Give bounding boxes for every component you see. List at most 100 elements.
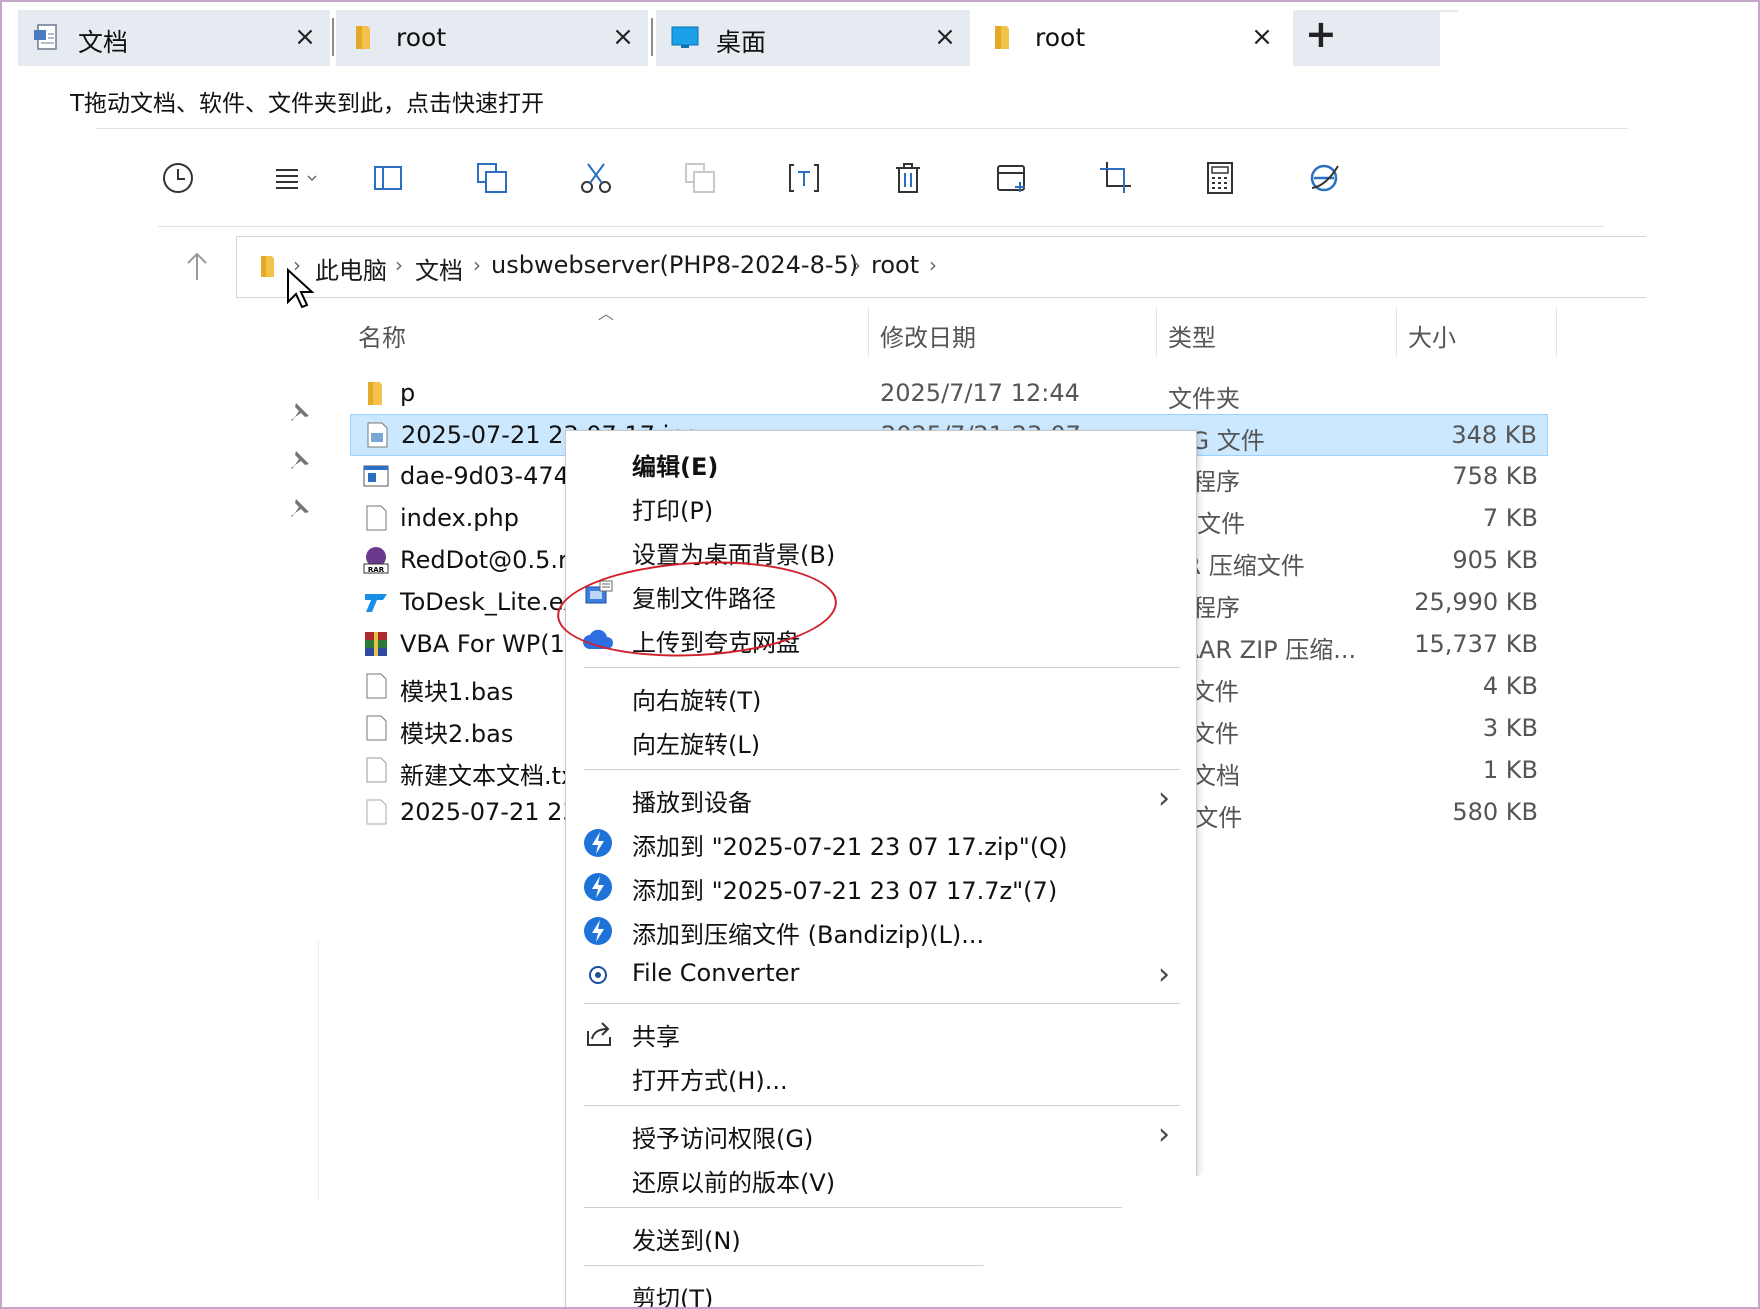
view-menu-button[interactable] (266, 156, 326, 200)
context-menu: 编辑(E) 打印(P) 设置为桌面背景(B) 复制文件路径 上传到夸克网盘 向右… (565, 430, 1197, 1309)
file-size: 580 KB (1452, 798, 1538, 826)
menu-item-grant-access[interactable]: 授予访问权限(G) › (566, 1115, 1196, 1155)
todesk-icon (365, 594, 387, 612)
close-icon[interactable]: × (290, 22, 320, 52)
menu-item-add-bandizip[interactable]: 添加到压缩文件 (Bandizip)(L)... (566, 911, 1196, 951)
preview-pane-icon (374, 166, 402, 190)
rename-button[interactable] (782, 156, 826, 200)
cut-button[interactable] (574, 156, 618, 200)
calculator-button[interactable] (1198, 156, 1242, 200)
browser-button[interactable] (1302, 156, 1346, 200)
calculator-icon (1207, 162, 1233, 194)
tab-root-1[interactable]: root × (336, 10, 648, 66)
new-tab-button[interactable]: + (1293, 10, 1458, 66)
image-file-icon (367, 422, 388, 448)
column-divider[interactable] (1556, 308, 1557, 356)
paste-icon (685, 163, 715, 193)
tab-root-active[interactable]: root × (975, 10, 1287, 66)
menu-item-open-with[interactable]: 打开方式(H)... (566, 1057, 1196, 1097)
breadcrumb-this-pc[interactable]: 此电脑 (315, 251, 387, 286)
menu-item-label: 打印(P) (632, 497, 714, 525)
menu-item-restore-versions[interactable]: 还原以前的版本(V) (566, 1159, 1196, 1199)
breadcrumb-root[interactable]: root (871, 251, 919, 279)
rename-icon (789, 164, 819, 192)
menu-item-label: 向右旋转(T) (632, 687, 762, 715)
breadcrumb-usbwebserver[interactable]: usbwebserver(PHP8-2024-8-5) (491, 251, 858, 279)
crop-button[interactable] (1094, 156, 1138, 200)
menu-item-cast-to-device[interactable]: 播放到设备 › (566, 779, 1196, 819)
tab-divider (651, 18, 653, 56)
menu-item-file-converter[interactable]: File Converter › (566, 955, 1196, 995)
column-type[interactable]: 类型 (1168, 318, 1216, 353)
quick-access-hint[interactable]: T拖动文档、软件、文件夹到此，点击快速打开 (70, 84, 544, 118)
file-size: 905 KB (1452, 546, 1538, 574)
up-arrow-icon[interactable] (182, 250, 212, 284)
menu-item-rotate-left[interactable]: 向左旋转(L) (566, 721, 1196, 761)
chevron-right-icon[interactable]: › (473, 253, 481, 277)
menu-item-share[interactable]: 共享 (566, 1013, 1196, 1053)
column-divider[interactable] (868, 308, 869, 356)
menu-item-add-7z[interactable]: 添加到 "2025-07-21 23 07 17.7z"(7) (566, 867, 1196, 907)
crop-icon (1100, 162, 1131, 193)
tab-label: root (396, 23, 447, 52)
pin-icon[interactable] (288, 400, 312, 424)
menu-item-rotate-right[interactable]: 向右旋转(T) (566, 677, 1196, 717)
menu-item-label: 打开方式(H)... (632, 1067, 788, 1095)
tab-documents[interactable]: 文档 × (18, 10, 330, 66)
menu-item-label: 添加到 "2025-07-21 23 07 17.7z"(7) (632, 877, 1058, 905)
file-row[interactable]: p 2025/7/17 12:44 文件夹 (350, 373, 1548, 415)
file-converter-icon (589, 966, 607, 984)
winrar-icon (365, 632, 387, 656)
column-date[interactable]: 修改日期 (880, 318, 976, 353)
menu-separator (584, 1265, 1180, 1266)
file-name: 新建文本文档.tx (400, 762, 576, 790)
column-size[interactable]: 大小 (1408, 318, 1456, 353)
desktop-icon (671, 26, 699, 48)
delete-button[interactable] (886, 156, 930, 200)
close-icon[interactable]: × (608, 22, 638, 52)
rar-icon: RAR (363, 547, 389, 574)
chevron-right-icon[interactable]: › (929, 253, 937, 277)
menu-separator (584, 667, 1180, 668)
close-icon[interactable]: × (1247, 22, 1277, 52)
menu-item-label: 向左旋转(L) (632, 731, 761, 759)
pin-icon[interactable] (288, 496, 312, 520)
new-folder-button[interactable] (990, 156, 1034, 200)
chevron-right-icon[interactable]: › (395, 253, 403, 277)
breadcrumb-documents[interactable]: 文档 (415, 251, 463, 286)
preview-pane-button[interactable] (366, 156, 410, 200)
file-date: 2025/7/17 12:44 (880, 379, 1080, 407)
menu-item-edit[interactable]: 编辑(E) (566, 443, 1196, 483)
menu-separator (584, 1003, 1180, 1004)
file-name: 模块2.bas (400, 720, 514, 748)
tab-desktop[interactable]: 桌面 × (656, 10, 970, 66)
address-bar[interactable]: › 此电脑 › 文档 › usbwebserver(PHP8-2024-8-5)… (236, 236, 1646, 298)
folder-icon (368, 382, 382, 405)
column-divider[interactable] (1156, 308, 1157, 356)
folder-icon (261, 256, 274, 277)
clock-icon (163, 163, 193, 193)
menu-item-print[interactable]: 打印(P) (566, 487, 1196, 527)
mouse-cursor-icon (287, 268, 314, 309)
file-name: index.php (400, 504, 519, 532)
history-button[interactable] (156, 156, 200, 200)
menu-item-add-zip[interactable]: 添加到 "2025-07-21 23 07 17.zip"(Q) (566, 823, 1196, 863)
menu-separator (584, 1207, 1180, 1208)
menu-item-cut[interactable]: 剪切(T) (566, 1275, 1196, 1309)
menu-item-send-to[interactable]: 发送到(N) (566, 1217, 1196, 1257)
file-name: 2025-07-21 23 (400, 798, 578, 826)
column-name[interactable]: 名称 (358, 318, 406, 353)
file-icon (366, 673, 387, 699)
file-icon (366, 505, 387, 531)
pin-icon[interactable] (288, 448, 312, 472)
plus-icon: + (1305, 12, 1337, 56)
nav-pane-divider[interactable] (318, 940, 319, 1200)
copy-button[interactable] (470, 156, 514, 200)
view-menu-icon (276, 169, 317, 189)
chevron-right-icon[interactable]: › (853, 253, 861, 277)
paste-button[interactable] (678, 156, 722, 200)
file-name: p (400, 379, 416, 407)
column-divider[interactable] (1396, 308, 1397, 356)
browser-icon (1310, 164, 1339, 192)
close-icon[interactable]: × (930, 22, 960, 52)
